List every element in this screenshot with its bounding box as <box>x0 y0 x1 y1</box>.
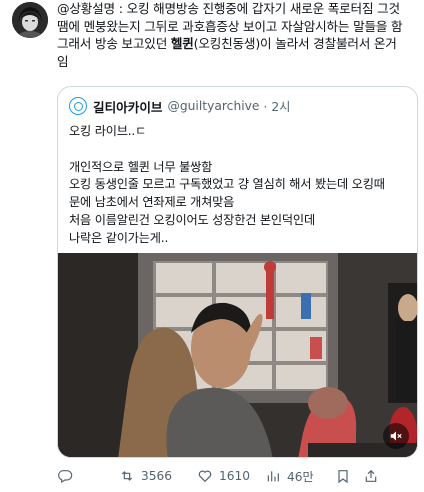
tweet-body: @상황설명 : 오킹 해명방송 진행중에 갑자기 새로운 폭로터짐 그것 땜에 … <box>57 0 417 70</box>
video-player[interactable] <box>58 253 417 457</box>
quoted-tweet-body: 오킹 라이브..ㄷ 개인적으로 헬퀸 너무 불쌍함 오킹 동생인줄 모르고 구독… <box>69 123 411 248</box>
like-count: 1610 <box>219 469 251 483</box>
tweet-line: @상황설명 : 오킹 해명방송 진행중에 갑자기 새로운 폭로터짐 그것 <box>57 1 400 16</box>
quoted-line: 오킹 라이브..ㄷ <box>69 124 147 138</box>
author-avatar[interactable] <box>12 2 48 38</box>
like-icon <box>198 470 212 483</box>
bold-name: 헬퀸 <box>170 36 194 51</box>
quoted-tweet[interactable]: 길티아카이브 @guiltyarchive · 2시 오킹 라이브..ㄷ 개인적… <box>57 86 418 458</box>
retweet-icon <box>121 471 133 481</box>
video-frame <box>58 253 417 457</box>
reply-icon <box>58 470 73 484</box>
tweet-line-part: (오킹친동생)이 놀라서 경찰불러서 온거 <box>193 36 397 51</box>
tweet-line: 임 <box>57 53 69 69</box>
bookmark-icon <box>338 470 348 484</box>
tweet-line-with-name: 그래서 방송 보고있던 헬퀸(오킹친동생)이 놀라서 경찰불러서 온거 <box>57 35 417 53</box>
quoted-author-name[interactable]: 길티아카이브 <box>93 97 163 116</box>
quoted-line: 나락은 같이가는게.. <box>69 230 169 245</box>
share-button[interactable] <box>363 468 385 484</box>
views-icon <box>267 471 279 482</box>
quoted-line: 개인적으로 헬퀸 너무 불쌍함 <box>69 159 213 174</box>
quoted-tweet-header: 길티아카이브 @guiltyarchive · 2시 <box>69 96 290 116</box>
tweet-line: 땜에 멘붕왔는지 그뒤로 과호흡증상 보이고 자살암시하는 말들을 함 <box>57 18 403 34</box>
quoted-author-avatar[interactable] <box>69 97 87 115</box>
like-button[interactable]: 1610 <box>197 468 259 484</box>
views-count: 46만 <box>287 470 314 484</box>
tweet-actions: 3566 1610 46만 <box>57 466 417 486</box>
mute-icon <box>390 431 402 441</box>
share-icon <box>365 469 377 482</box>
quoted-line: 오킹 동생인줄 모르고 구독했었고 걍 열심히 해서 봤는데 오킹때 <box>69 177 385 192</box>
views-button[interactable]: 46만 <box>265 467 331 485</box>
quoted-line: 문에 남초에서 연좌제로 개쳐맞음 <box>69 195 235 210</box>
mute-button[interactable] <box>383 423 409 449</box>
tweet-line-part: 그래서 방송 보고있던 <box>57 36 171 51</box>
quoted-line: 처음 이름알린건 오킹이어도 성장한건 본인덕인데 <box>69 212 315 227</box>
retweet-button[interactable]: 3566 <box>119 468 187 484</box>
bookmark-button[interactable] <box>335 468 357 484</box>
reply-button[interactable] <box>57 468 117 484</box>
quoted-author-handle[interactable]: @guiltyarchive <box>168 99 260 113</box>
quoted-tweet-time[interactable]: · 2시 <box>264 97 291 115</box>
retweet-count: 3566 <box>141 469 173 483</box>
